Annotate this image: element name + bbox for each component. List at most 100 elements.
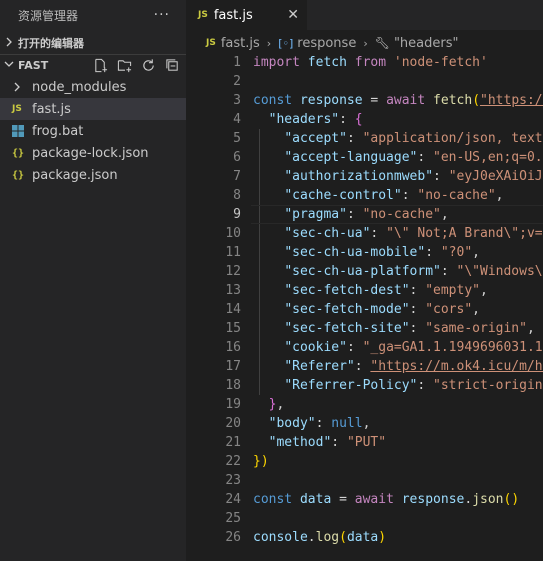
code-line[interactable]: 3const response = await fetch("https://m… (186, 91, 543, 110)
more-actions-icon[interactable]: ··· (154, 7, 170, 23)
code-token: () (503, 492, 520, 507)
code-token: "strict-origin-when" (433, 378, 543, 393)
code-token: "sec-ch-ua-mobile" (284, 245, 426, 260)
code-token: , (472, 245, 480, 260)
line-number: 19 (225, 397, 241, 412)
code-text: "sec-fetch-site": "same-origin", (241, 321, 534, 336)
explorer-title: 资源管理器 (18, 8, 79, 23)
open-editors-section[interactable]: 打开的编辑器 (0, 32, 186, 54)
line-number: 11 (225, 245, 241, 260)
code-token: "cors" (425, 302, 473, 317)
tree-item-package-lock-json[interactable]: {} package-lock.json (0, 142, 186, 164)
code-text: "sec-fetch-mode": "cors", (241, 302, 480, 317)
breadcrumb-symbol-headers[interactable]: "headers" (394, 36, 459, 51)
code-line[interactable]: 9 "pragma": "no-cache", (186, 205, 543, 224)
code-token: : (315, 416, 332, 431)
code-line[interactable]: 11 "sec-ch-ua-mobile": "?0", (186, 243, 543, 262)
code-line[interactable]: 23 (186, 471, 543, 490)
code-line[interactable]: 2 (186, 72, 543, 91)
breadcrumb-symbol-response[interactable]: response (297, 36, 356, 51)
code-token: "body" (268, 416, 316, 431)
code-text: "Referer": "https://m.ok4.icu/m/home" (241, 359, 543, 374)
line-number: 13 (225, 283, 241, 298)
code-line[interactable]: 15 "sec-fetch-site": "same-origin", (186, 319, 543, 338)
code-token: , (362, 416, 371, 431)
code-token: "authorizationmweb" (284, 169, 434, 184)
code-line[interactable]: 4 "headers": { (186, 110, 543, 129)
code-token: const (253, 93, 293, 108)
code-token: : (425, 245, 441, 260)
variable-icon: [◦] (278, 36, 294, 50)
code-line[interactable]: 20 "body": null, (186, 414, 543, 433)
code-token: null (331, 416, 363, 431)
code-line[interactable]: 24 const data = await response.json() (186, 490, 543, 509)
tree-item-node-modules[interactable]: node_modules (0, 76, 186, 98)
code-line[interactable]: 12 "sec-ch-ua-platform": "\"Windows\"" (186, 262, 543, 281)
code-token: await (386, 93, 426, 108)
code-token: , (495, 188, 504, 203)
line-number: 10 (225, 226, 241, 241)
code-token: const (253, 492, 293, 507)
code-line[interactable]: 26 console.log(data) (186, 528, 543, 547)
code-token: "?0" (440, 245, 473, 260)
tree-item-package-json[interactable]: {} package.json (0, 164, 186, 186)
code-token: "sec-fetch-dest" (284, 283, 410, 298)
line-number: 3 (233, 93, 241, 108)
code-line[interactable]: 17 "Referer": "https://m.ok4.icu/m/home" (186, 357, 543, 376)
code-line[interactable]: 14 "sec-fetch-mode": "cors", (186, 300, 543, 319)
line-number: 2 (233, 74, 241, 89)
code-text: "accept": "application/json, text/plain" (241, 131, 543, 146)
code-text: "sec-ch-ua": "\" Not;A Brand\";v=\"99" (241, 226, 543, 241)
new-folder-icon[interactable] (116, 58, 132, 74)
tree-item-label: package-lock.json (32, 145, 149, 161)
tree-item-frog-bat[interactable]: frog.bat (0, 120, 186, 142)
tree-item-fast-js[interactable]: JS fast.js (0, 98, 186, 120)
code-line[interactable]: 10 "sec-ch-ua": "\" Not;A Brand\";v=\"99… (186, 224, 543, 243)
close-icon[interactable]: ✕ (287, 7, 299, 23)
line-number: 25 (225, 511, 241, 526)
code-text: "accept-language": "en-US,en;q=0.9" (241, 150, 543, 165)
code-line[interactable]: 8 "cache-control": "no-cache", (186, 186, 543, 205)
explorer-header: 资源管理器 ··· (0, 0, 186, 30)
code-token: ( (472, 93, 481, 108)
chevron-down-icon (0, 59, 18, 72)
code-text: "cache-control": "no-cache", (241, 188, 503, 203)
code-token: : (401, 188, 418, 203)
code-line[interactable]: 25 (186, 509, 543, 528)
code-line[interactable]: 21 "method": "PUT" (186, 433, 543, 452)
indent-guide (259, 262, 260, 281)
code-line[interactable]: 1 import fetch from 'node-fetch' (186, 53, 543, 72)
indent-guide (259, 281, 260, 300)
code-text: "sec-ch-ua-mobile": "?0", (241, 245, 480, 260)
code-token: fetch (433, 93, 473, 108)
code-token: response (401, 492, 465, 507)
code-line[interactable]: 22}) (186, 452, 543, 471)
indent-guide (259, 357, 260, 376)
code-line[interactable]: 6 "accept-language": "en-US,en;q=0.9" (186, 148, 543, 167)
collapse-all-icon[interactable] (164, 58, 180, 74)
code-line[interactable]: 16 "cookie": "_ga=GA1.1.1949696031.1652" (186, 338, 543, 357)
line-number: 4 (233, 112, 241, 127)
breadcrumb-file[interactable]: fast.js (221, 36, 260, 51)
code-token: "Referrer-Policy" (284, 378, 418, 393)
editor-area: JS fast.js ✕ JS fast.js › [◦] response ›… (186, 0, 543, 561)
code-line[interactable]: 19 }, (186, 395, 543, 414)
code-token: "https://m.ok4.icu/m/home" (480, 93, 543, 108)
workspace-section[interactable]: FAST (0, 54, 186, 76)
code-line[interactable]: 18 "Referrer-Policy": "strict-origin-whe… (186, 376, 543, 395)
new-file-icon[interactable] (92, 58, 108, 74)
code-line[interactable]: 5 "accept": "application/json, text/plai… (186, 129, 543, 148)
code-token: json (472, 492, 504, 507)
code-token: : (409, 283, 426, 298)
tab-fast-js[interactable]: JS fast.js ✕ (186, 0, 308, 30)
code-editor[interactable]: 1 import fetch from 'node-fetch' 2 3 const r… (186, 53, 543, 547)
code-token: . (307, 530, 316, 545)
code-line[interactable]: 7 "authorizationmweb": "eyJ0eXAiOiJKV1Q" (186, 167, 543, 186)
code-token: : (417, 150, 434, 165)
refresh-icon[interactable] (140, 58, 156, 74)
code-line[interactable]: 13 "sec-fetch-dest": "empty", (186, 281, 543, 300)
